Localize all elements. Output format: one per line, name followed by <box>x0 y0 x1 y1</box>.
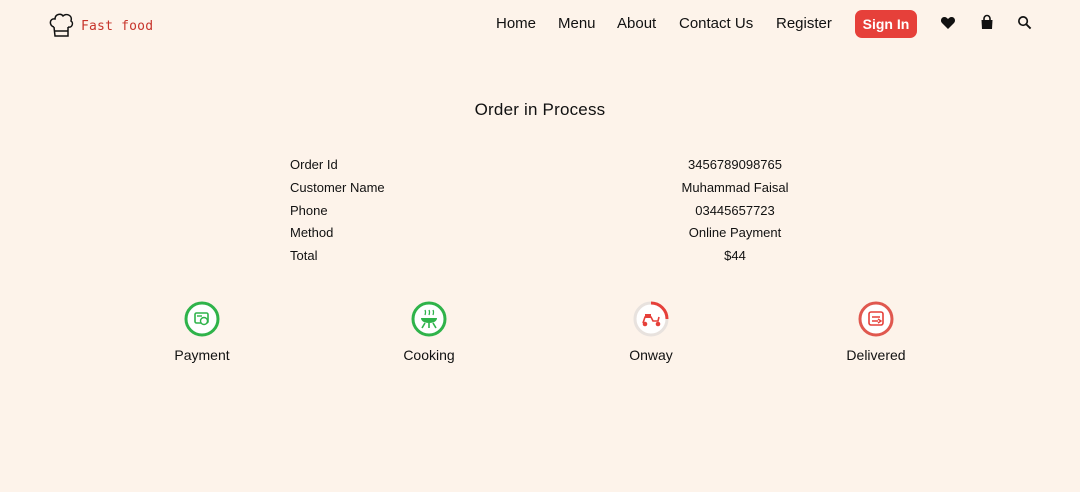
order-row: Method Online Payment <box>0 225 1080 245</box>
nav-link-home[interactable]: Home <box>496 15 536 32</box>
page-title: Order in Process <box>474 100 606 119</box>
order-row: Total $44 <box>0 248 1080 268</box>
step-delivered: Delivered <box>816 300 936 363</box>
step-label: Delivered <box>846 347 906 363</box>
cooking-icon <box>411 301 447 337</box>
nav-link-about[interactable]: About <box>617 15 656 32</box>
order-row-label: Customer Name <box>290 180 385 195</box>
navbar: Fast food Home Menu About Contact Us Reg… <box>0 0 1080 48</box>
search-icon[interactable] <box>1017 15 1033 31</box>
order-row: Customer Name Muhammad Faisal <box>0 180 1080 200</box>
nav-link-register[interactable]: Register <box>776 15 832 32</box>
step-label: Payment <box>174 347 230 363</box>
order-row-value: Online Payment <box>688 225 782 240</box>
step-cooking: Cooking <box>369 300 489 363</box>
nav-link-menu[interactable]: Menu <box>558 15 596 32</box>
order-row-label: Phone <box>290 203 328 218</box>
step-onway-status <box>632 300 670 338</box>
step-label: Cooking <box>403 347 455 363</box>
order-row-value: 03445657723 <box>695 203 775 218</box>
step-delivered-status <box>857 300 895 338</box>
brand-logo[interactable]: Fast food <box>47 10 153 43</box>
step-label: Onway <box>629 347 673 363</box>
sign-in-button[interactable]: Sign In <box>855 10 917 38</box>
nav-link-contact[interactable]: Contact Us <box>679 15 753 32</box>
order-row-value: 3456789098765 <box>688 157 782 172</box>
heart-icon[interactable] <box>940 15 956 31</box>
shopping-bag-icon[interactable] <box>979 14 995 30</box>
scooter-icon <box>633 301 669 337</box>
brand-name: Fast food <box>81 19 154 34</box>
payment-icon <box>184 301 220 337</box>
order-row-label: Order Id <box>290 157 338 172</box>
step-payment-status <box>183 300 221 338</box>
step-onway: Onway <box>591 300 711 363</box>
order-row-label: Method <box>290 225 334 240</box>
order-row-value: $44 <box>724 248 746 263</box>
chef-hat-icon <box>47 10 75 43</box>
step-cooking-status <box>410 300 448 338</box>
order-row: Phone 03445657723 <box>0 203 1080 223</box>
order-row-value: Muhammad Faisal <box>681 180 789 195</box>
order-row-label: Total <box>290 248 318 263</box>
order-row: Order Id 3456789098765 <box>0 157 1080 177</box>
step-payment: Payment <box>142 300 262 363</box>
delivered-icon <box>858 301 894 337</box>
